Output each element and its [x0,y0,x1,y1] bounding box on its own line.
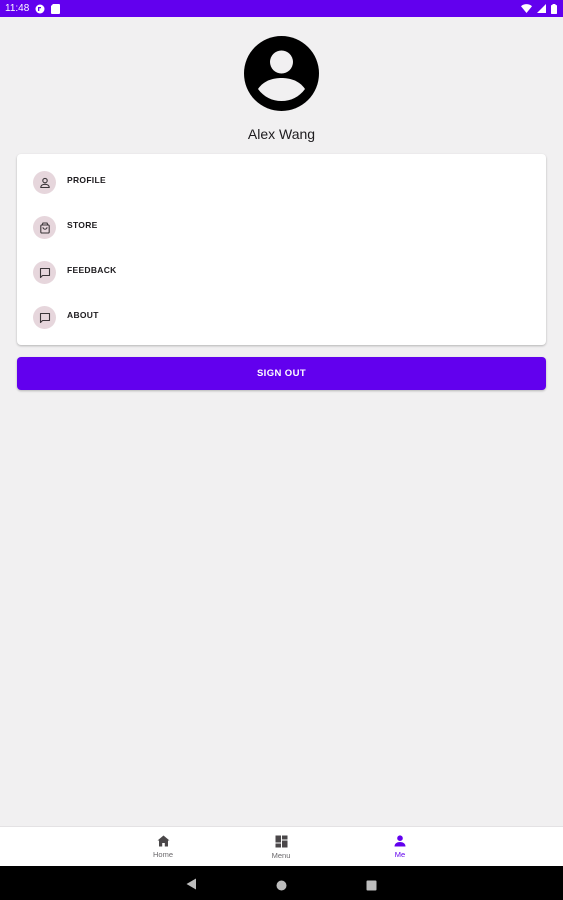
notification-app-icon [35,4,45,14]
battery-icon [551,3,557,14]
system-nav-bar [0,866,563,900]
nav-item-me[interactable]: Me [360,827,440,867]
menu-item-label: PROFILE [67,174,106,185]
home-circle-icon[interactable] [276,878,287,896]
chat-bubble-icon [33,306,56,329]
status-left: 11:48 [5,3,61,14]
dashboard-icon [275,835,287,847]
chat-bubble-icon [33,261,56,284]
signal-icon [537,4,546,13]
avatar [244,36,319,111]
status-time: 11:48 [5,3,30,14]
sd-card-icon [51,3,61,14]
recents-icon[interactable] [366,878,377,896]
shopping-bag-icon [33,216,56,239]
wifi-icon [521,4,532,13]
sign-out-button[interactable]: SIGN OUT [17,357,546,390]
status-right [521,3,557,14]
nav-label: Menu [271,850,291,860]
person-outline-icon [33,171,56,194]
menu-item-label: FEEDBACK [67,264,117,275]
menu-item-about[interactable]: ABOUT [17,295,546,340]
nav-item-home[interactable]: Home [123,827,203,867]
nav-label: Me [394,850,406,859]
nav-item-menu[interactable]: Menu [241,827,321,867]
menu-item-label: STORE [67,219,98,230]
menu-card: PROFILE STORE FEEDBACK ABOUT [17,154,546,345]
status-bar: 11:48 [0,0,563,17]
bottom-nav: Home Menu Me [0,826,563,866]
back-icon[interactable] [186,877,197,895]
menu-item-label: ABOUT [67,309,99,320]
menu-item-profile[interactable]: PROFILE [17,160,546,205]
menu-item-feedback[interactable]: FEEDBACK [17,250,546,295]
person-icon [394,835,406,847]
account-circle-icon [244,36,319,111]
menu-item-store[interactable]: STORE [17,205,546,250]
home-icon [157,835,169,847]
nav-label: Home [152,850,173,859]
user-name: Alex Wang [247,126,316,142]
